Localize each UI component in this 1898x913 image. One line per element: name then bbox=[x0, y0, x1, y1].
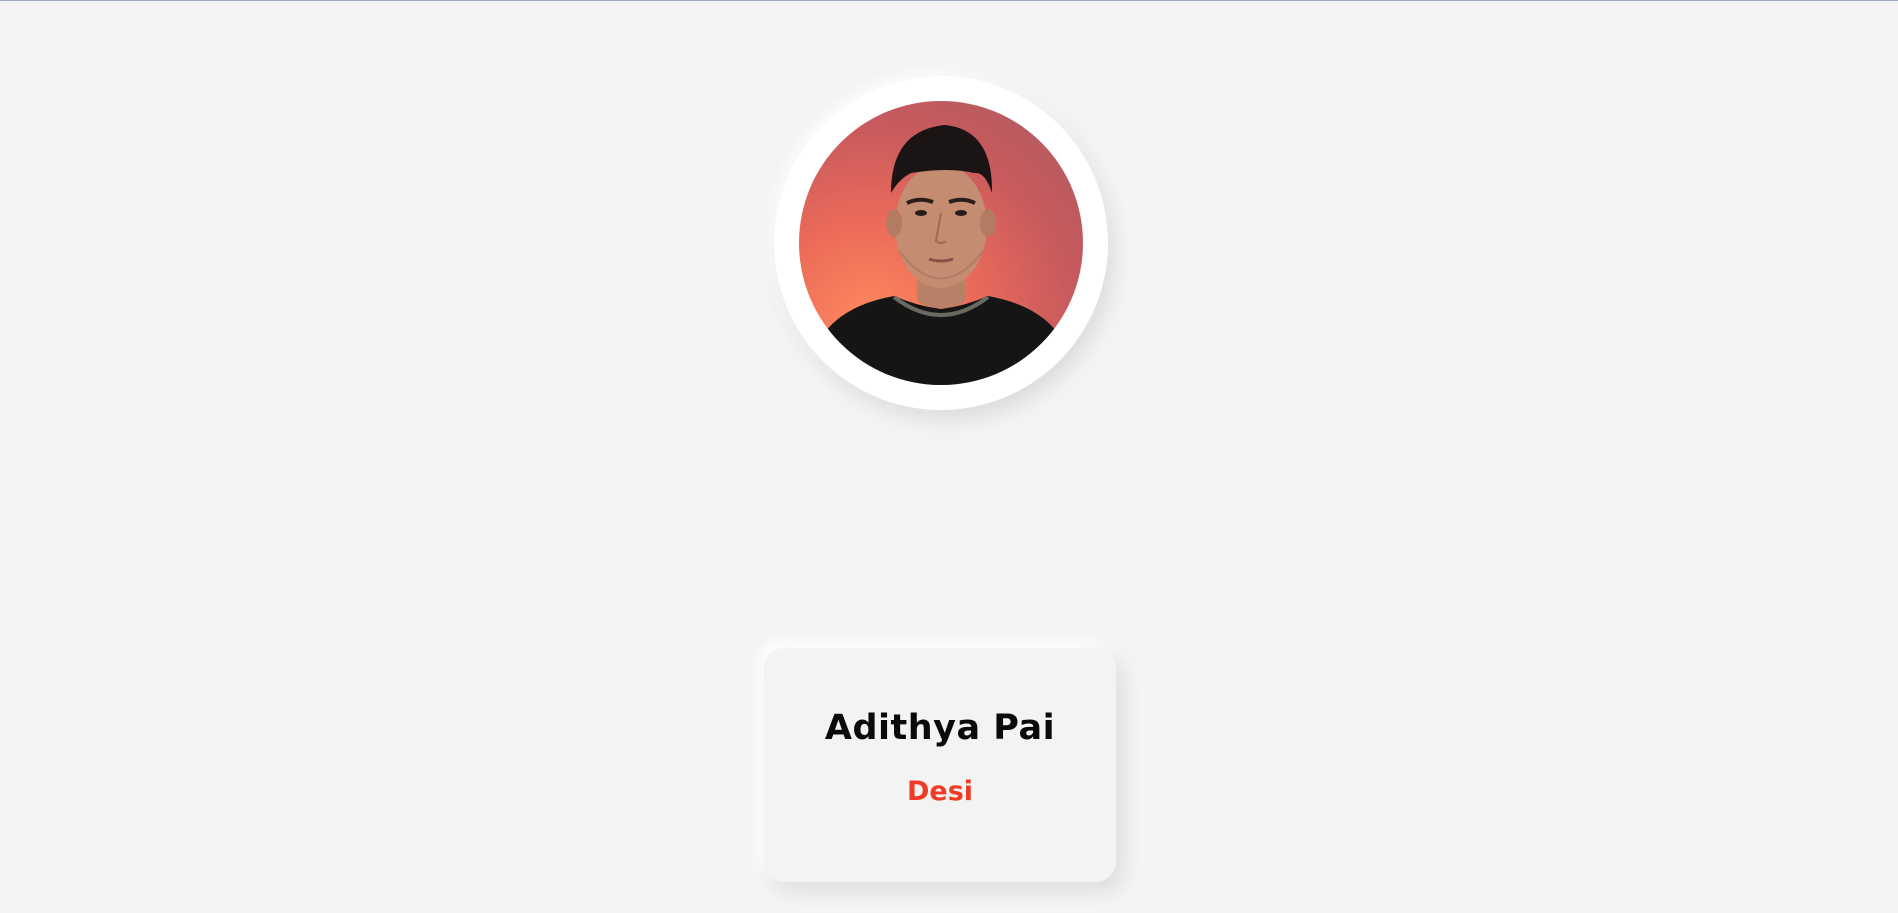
top-border-line bbox=[0, 0, 1898, 1]
profile-name: Adithya Pai bbox=[824, 708, 1056, 748]
profile-card: Adithya Pai Desi bbox=[764, 648, 1116, 882]
portrait-image bbox=[799, 125, 1083, 385]
avatar-frame bbox=[774, 76, 1108, 410]
profile-role: Desi bbox=[906, 776, 974, 807]
avatar bbox=[799, 101, 1083, 385]
